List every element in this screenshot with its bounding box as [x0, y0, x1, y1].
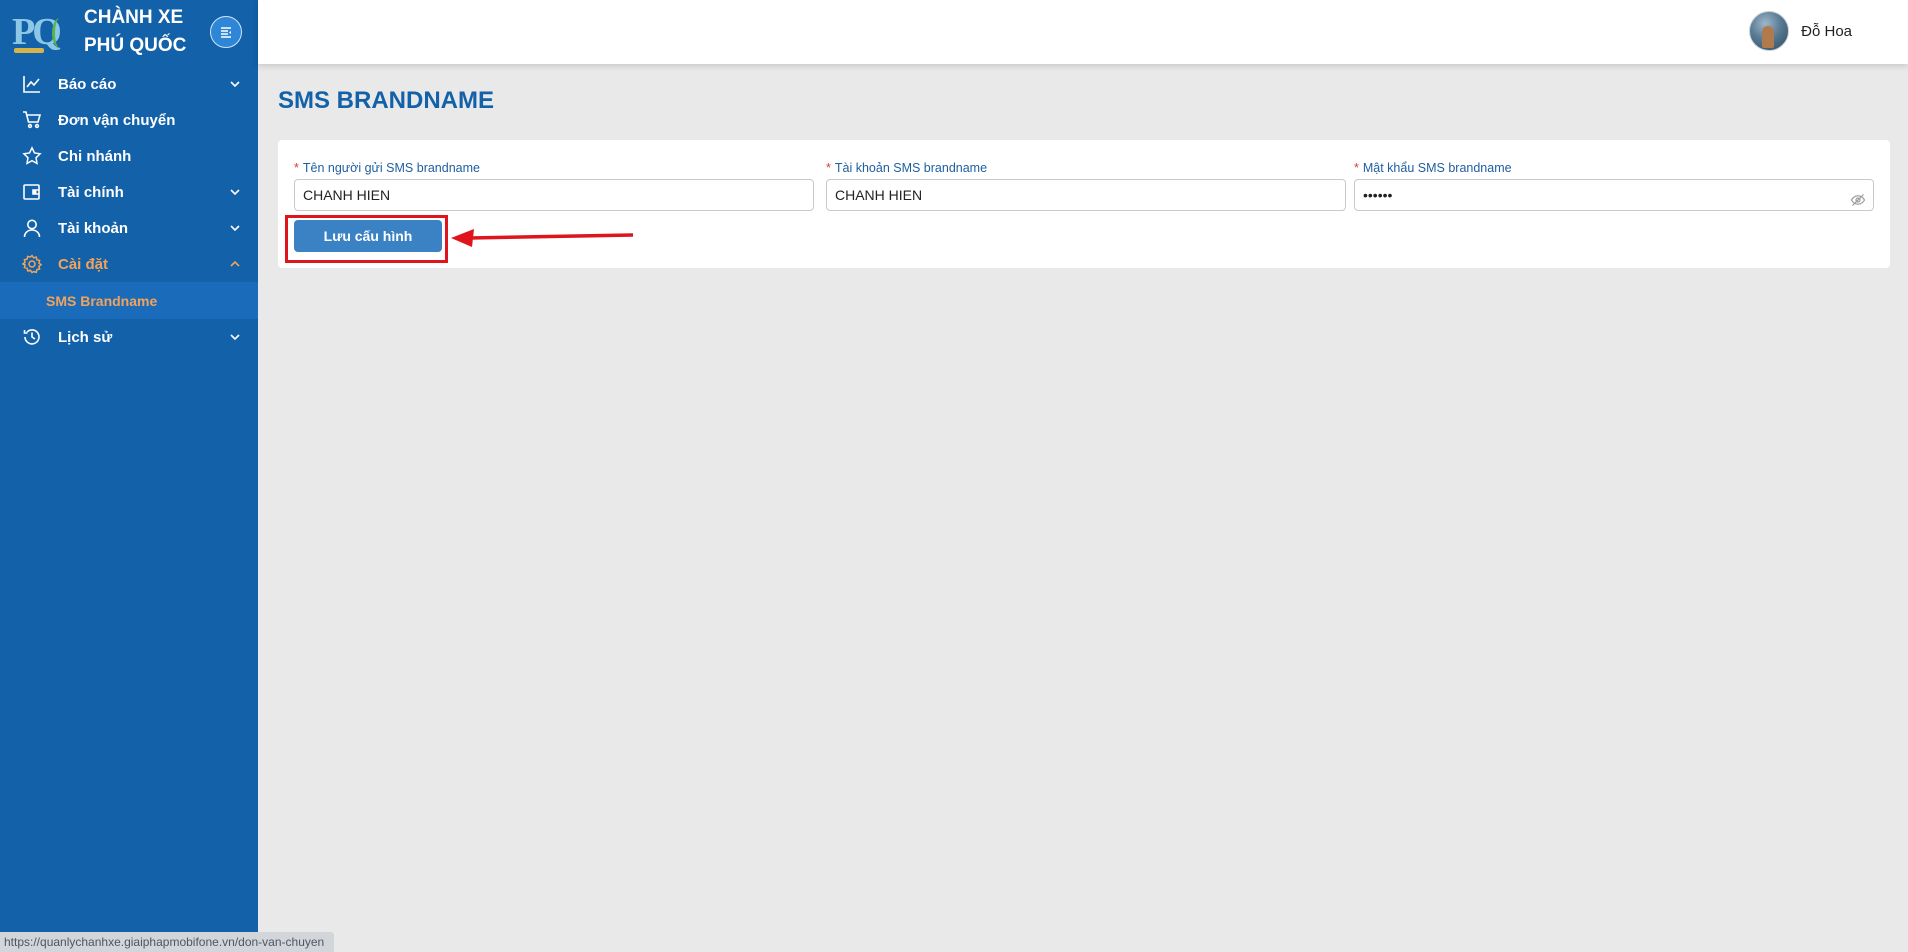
gear-icon	[21, 253, 43, 275]
user-menu[interactable]: Đỗ Hoa	[1749, 11, 1852, 51]
sidebar-item-label: Đơn vận chuyển	[58, 111, 176, 129]
menu-toggle-button[interactable]	[210, 16, 242, 48]
sender-name-field: * Tên người gửi SMS brandname CHANH HIEN	[294, 160, 814, 211]
sidebar-item-tai-chinh[interactable]: Tài chính	[0, 174, 258, 210]
clock-icon	[21, 326, 43, 348]
wallet-icon	[21, 181, 43, 203]
sender-name-input[interactable]: CHANH HIEN	[294, 179, 814, 211]
sidebar-subitem-sms-brandname[interactable]: SMS Brandname	[0, 282, 258, 319]
annotation-highlight-box	[285, 215, 448, 263]
account-input[interactable]: CHANH HIEN	[826, 179, 1346, 211]
brand-logo[interactable]: PQ	[12, 8, 68, 56]
sidebar-item-tai-khoan[interactable]: Tài khoản	[0, 210, 258, 246]
password-field: * Mật khẩu SMS brandname ••••••	[1354, 160, 1874, 211]
username: Đỗ Hoa	[1801, 22, 1852, 40]
password-value: ••••••	[1363, 187, 1393, 203]
sidebar-item-label: Chi nhánh	[58, 147, 132, 165]
sidebar-item-label: Tài khoản	[58, 219, 129, 237]
annotation-arrow-icon	[451, 229, 634, 247]
sidebar-item-bao-cao[interactable]: Báo cáo	[0, 66, 258, 102]
avatar[interactable]	[1749, 11, 1790, 51]
account-label: * Tài khoản SMS brandname	[826, 161, 988, 175]
chevron-down-icon	[228, 221, 242, 235]
password-label: * Mật khẩu SMS brandname	[1354, 161, 1512, 175]
chevron-down-icon	[228, 185, 242, 199]
sidebar-item-label: Cài đặt	[58, 255, 109, 273]
user-icon	[21, 217, 43, 239]
sidebar-item-label: Báo cáo	[58, 75, 117, 93]
required-mark: *	[1354, 161, 1359, 175]
sidebar: PQ CHÀNH XE PHÚ QUỐC Báo cáo Đơn vận chu…	[0, 0, 258, 952]
sidebar-item-label: Lịch sử	[58, 328, 113, 346]
brand: PQ CHÀNH XE PHÚ QUỐC	[0, 0, 258, 64]
top-header: Đỗ Hoa	[258, 0, 1908, 64]
account-field: * Tài khoản SMS brandname CHANH HIEN	[826, 160, 1346, 211]
required-mark: *	[826, 161, 831, 175]
star-icon	[21, 145, 43, 167]
sidebar-menu: Báo cáo Đơn vận chuyển Chi nhánh Tài chí…	[0, 66, 258, 355]
sender-name-label: * Tên người gửi SMS brandname	[294, 161, 480, 175]
chevron-down-icon	[228, 77, 242, 91]
sidebar-item-lich-su[interactable]: Lịch sử	[0, 319, 258, 355]
eye-slash-icon[interactable]	[1850, 188, 1866, 206]
chevron-down-icon	[228, 330, 242, 344]
status-bar-url: https://quanlychanhxe.giaiphapmobifone.v…	[0, 932, 334, 952]
chart-line-icon	[21, 73, 43, 95]
page-title: SMS BRANDNAME	[278, 87, 494, 114]
menu-collapse-icon	[221, 27, 231, 38]
brand-title: CHÀNH XE PHÚ QUỐC	[84, 7, 187, 56]
sidebar-item-label: Tài chính	[58, 183, 124, 201]
password-input[interactable]: ••••••	[1354, 179, 1874, 211]
sidebar-item-cai-dat[interactable]: Cài đặt	[0, 246, 258, 282]
sidebar-item-don-van-chuyen[interactable]: Đơn vận chuyển	[0, 102, 258, 138]
sidebar-item-chi-nhanh[interactable]: Chi nhánh	[0, 138, 258, 174]
cart-icon	[21, 109, 43, 131]
required-mark: *	[294, 161, 299, 175]
chevron-up-icon	[228, 257, 242, 271]
